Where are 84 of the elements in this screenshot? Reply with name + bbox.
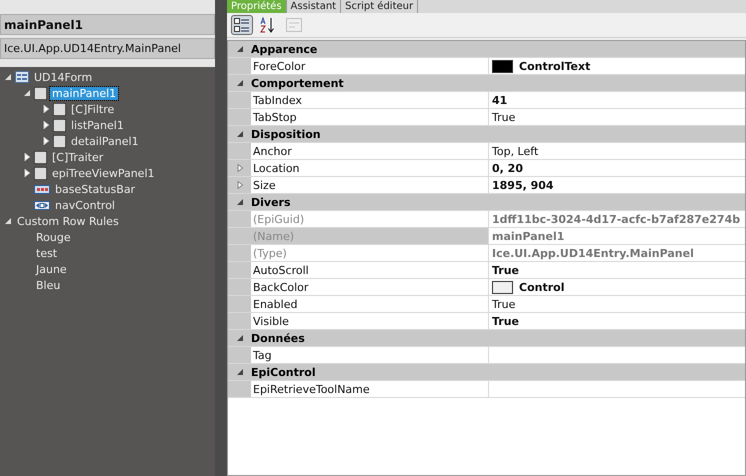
row-gutter — [228, 296, 251, 312]
property-name[interactable]: Tag — [251, 347, 489, 363]
property-value[interactable]: Control — [519, 280, 564, 294]
property-value[interactable]: Ice.UI.App.UD14Entry.MainPanel — [492, 246, 694, 260]
category-header[interactable]: Divers — [251, 196, 291, 208]
panel-icon — [34, 166, 47, 180]
tree-item[interactable]: UD14Form — [32, 70, 94, 84]
panel-icon — [34, 150, 47, 164]
row-gutter — [228, 262, 251, 278]
expand-arrow-icon[interactable] — [236, 181, 244, 189]
property-pages-icon — [286, 18, 302, 32]
property-value[interactable]: ControlText — [519, 60, 590, 72]
property-name[interactable]: (EpiGuid) — [251, 211, 489, 227]
property-name[interactable]: TabIndex — [251, 92, 489, 108]
selected-control-type: Ice.UI.App.UD14Entry.MainPanel — [0, 38, 215, 59]
property-name[interactable]: EpiRetrieveToolName — [251, 381, 489, 397]
status-bar-icon — [34, 184, 50, 194]
property-value[interactable]: True — [492, 298, 516, 310]
panel-icon — [53, 118, 66, 132]
collapse-arrow-icon[interactable] — [236, 368, 244, 376]
expand-arrow-icon[interactable] — [42, 105, 50, 113]
property-name[interactable]: Visible — [251, 313, 489, 329]
tree-item[interactable]: [C]Traiter — [50, 150, 106, 164]
property-name[interactable]: (Type) — [251, 245, 489, 261]
property-value[interactable]: True — [492, 264, 520, 276]
property-value[interactable]: True — [492, 314, 520, 328]
property-name[interactable]: Enabled — [251, 296, 489, 312]
panel-icon — [53, 134, 66, 148]
selected-control-name: mainPanel1 — [0, 14, 215, 35]
category-header[interactable]: Apparence — [251, 42, 318, 56]
sort-alphabetical-icon — [260, 17, 276, 33]
row-gutter — [228, 279, 251, 295]
tab[interactable]: Assistant — [286, 0, 342, 13]
property-name[interactable]: ForeColor — [251, 58, 489, 74]
expand-arrow-icon[interactable] — [42, 137, 50, 145]
tree-item[interactable]: navControl — [53, 198, 117, 212]
collapse-arrow-icon[interactable] — [236, 130, 244, 138]
expand-arrow-icon[interactable] — [23, 153, 31, 161]
expand-arrow-icon[interactable] — [42, 121, 50, 129]
panel-icon — [53, 102, 66, 116]
collapse-arrow-icon[interactable] — [236, 198, 244, 206]
property-value[interactable]: Top, Left — [492, 144, 538, 158]
collapse-arrow-icon[interactable] — [236, 45, 244, 53]
tree-item[interactable]: baseStatusBar — [53, 182, 138, 196]
toolbar-button[interactable] — [231, 15, 253, 35]
property-value[interactable]: 1dff11bc-3024-4d17-acfc-b7af287e274b — [492, 212, 740, 226]
tree-item[interactable]: Bleu — [34, 278, 62, 292]
property-name[interactable]: Size — [251, 177, 489, 193]
property-value[interactable]: True — [492, 110, 516, 124]
form-icon — [15, 71, 29, 83]
tree-item[interactable]: Custom Row Rules — [15, 214, 121, 228]
expand-arrow-icon[interactable] — [236, 164, 244, 172]
collapse-arrow-icon[interactable] — [236, 334, 244, 342]
collapse-arrow-icon[interactable] — [23, 89, 31, 97]
property-value[interactable]: mainPanel1 — [492, 230, 564, 242]
tab[interactable]: Script éditeur — [341, 0, 418, 13]
property-name[interactable]: TabStop — [251, 109, 489, 125]
category-header[interactable]: Comportement — [251, 76, 344, 90]
tree-item[interactable]: [C]Filtre — [69, 102, 116, 116]
tree-item[interactable]: test — [34, 246, 60, 260]
row-gutter — [228, 245, 251, 261]
tree-item[interactable]: epiTreeViewPanel1 — [50, 166, 157, 180]
property-name[interactable]: Location — [251, 160, 489, 176]
property-name[interactable]: AutoScroll — [251, 262, 489, 278]
categorized-icon — [234, 18, 250, 32]
navigation-control-icon — [34, 200, 50, 210]
row-gutter — [228, 228, 251, 244]
panel-icon — [34, 86, 47, 100]
property-value[interactable]: 41 — [492, 94, 508, 106]
tree-item[interactable]: Jaune — [34, 262, 69, 276]
category-header[interactable]: EpiControl — [251, 366, 316, 378]
property-value[interactable]: 0, 20 — [492, 162, 523, 174]
collapse-arrow-icon[interactable] — [236, 79, 244, 87]
category-header[interactable]: Disposition — [251, 128, 321, 140]
category-header[interactable]: Données — [251, 332, 305, 344]
property-value[interactable]: 1895, 904 — [492, 178, 554, 192]
tree-item[interactable]: Rouge — [34, 230, 73, 244]
collapse-arrow-icon[interactable] — [4, 73, 12, 81]
expand-arrow-icon[interactable] — [23, 169, 31, 177]
tree-item[interactable]: detailPanel1 — [69, 134, 141, 148]
property-name[interactable]: BackColor — [251, 279, 489, 295]
property-name[interactable]: Anchor — [251, 143, 489, 159]
tree-item[interactable]: listPanel1 — [69, 118, 126, 132]
collapse-arrow-icon[interactable] — [4, 217, 12, 225]
